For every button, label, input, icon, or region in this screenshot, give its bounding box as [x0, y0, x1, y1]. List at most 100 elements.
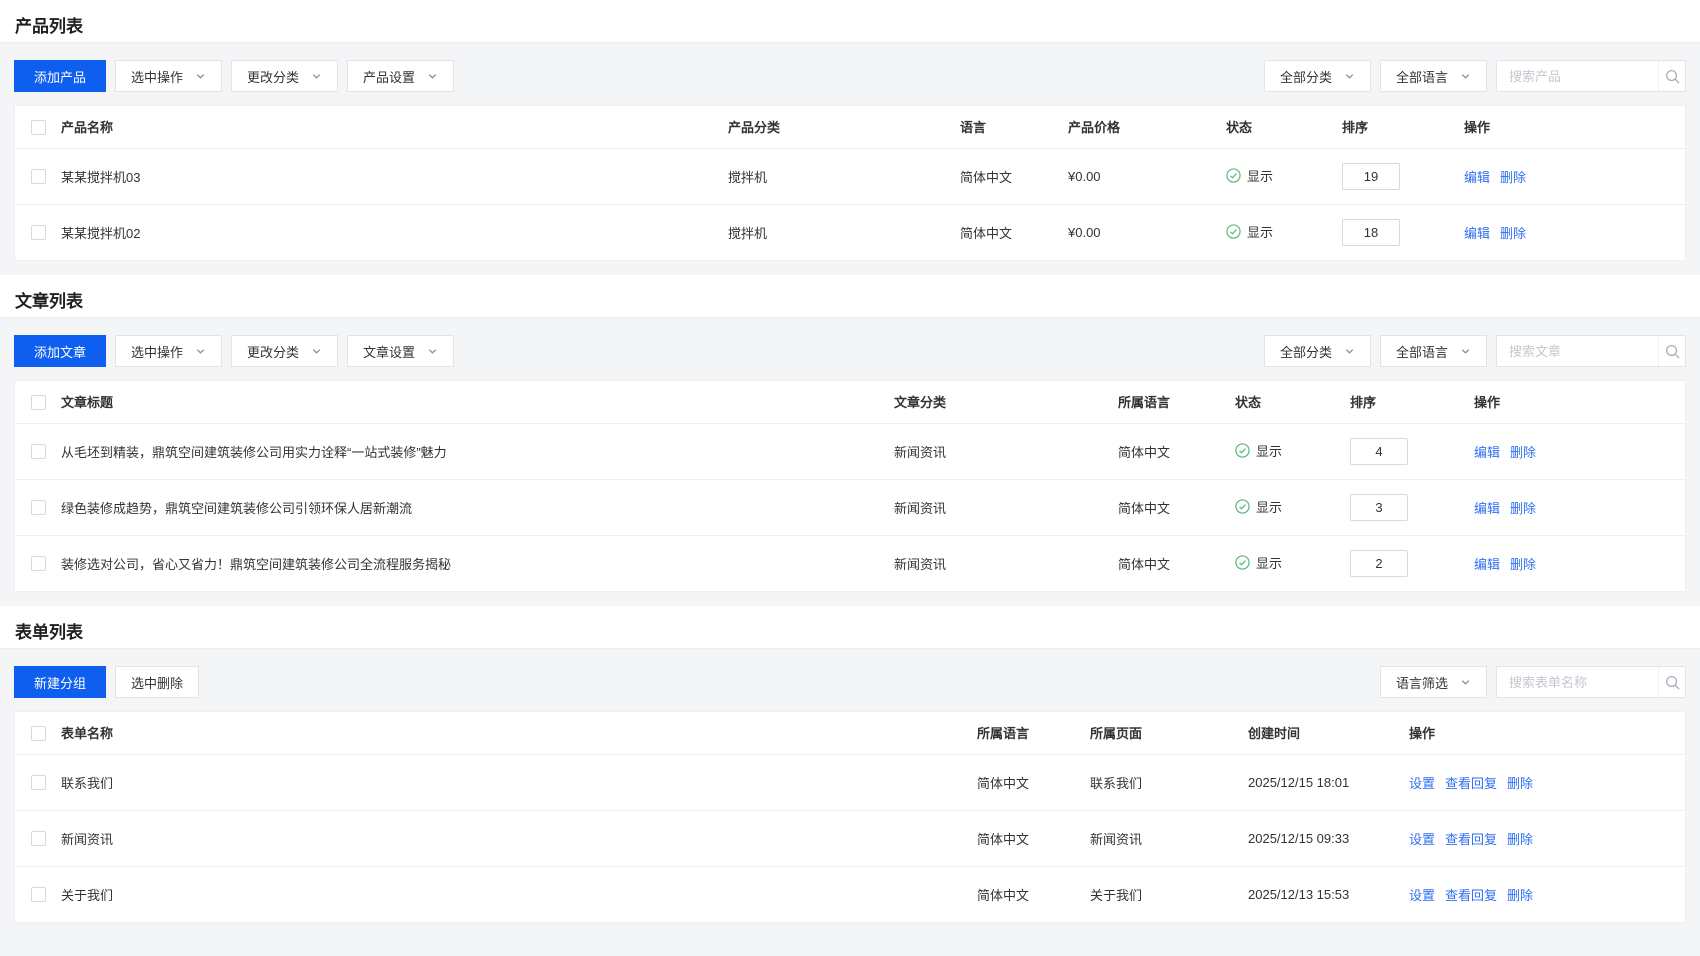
table-row: 联系我们 简体中文 联系我们 2025/12/15 18:01 设置查看回复删除	[15, 754, 1685, 810]
forms-table: 表单名称 所属语言 所属页面 创建时间 操作 联系我们 简体中文 联系我们 20…	[14, 711, 1686, 923]
edit-link[interactable]: 编辑	[1474, 557, 1500, 572]
select-all-checkbox[interactable]	[31, 395, 46, 410]
change-category-dropdown[interactable]: 更改分类	[231, 60, 338, 92]
form-page: 新闻资讯	[1080, 810, 1238, 866]
article-title: 装修选对公司，省心又省力！鼎筑空间建筑装修公司全流程服务揭秘	[59, 535, 884, 591]
sort-input[interactable]	[1342, 219, 1400, 246]
sort-input[interactable]	[1342, 163, 1400, 190]
row-checkbox[interactable]	[31, 500, 46, 515]
circle-check-icon	[1226, 168, 1241, 183]
product-category: 搅拌机	[718, 204, 950, 260]
form-name: 关于我们	[59, 866, 967, 922]
language-filter-dropdown[interactable]: 语言筛选	[1380, 666, 1487, 698]
chevron-down-icon	[311, 346, 322, 357]
view-replies-link[interactable]: 查看回复	[1445, 832, 1497, 847]
form-created-time: 2025/12/13 15:53	[1238, 866, 1399, 922]
form-language: 简体中文	[967, 754, 1080, 810]
product-settings-dropdown[interactable]: 产品设置	[347, 60, 454, 92]
row-checkbox[interactable]	[31, 225, 46, 240]
new-group-button[interactable]: 新建分组	[14, 666, 106, 698]
edit-link[interactable]: 编辑	[1474, 445, 1500, 460]
delete-link[interactable]: 删除	[1510, 501, 1536, 516]
delete-link[interactable]: 删除	[1500, 226, 1526, 241]
language-filter-dropdown[interactable]: 全部语言	[1380, 335, 1487, 367]
sort-input[interactable]	[1350, 438, 1408, 465]
view-replies-link[interactable]: 查看回复	[1445, 888, 1497, 903]
chevron-down-icon	[1344, 346, 1355, 357]
add-product-button[interactable]: 添加产品	[14, 60, 106, 92]
form-search-box	[1496, 666, 1686, 698]
delete-link[interactable]: 删除	[1510, 445, 1536, 460]
product-search-input[interactable]	[1497, 61, 1658, 91]
settings-link[interactable]: 设置	[1409, 776, 1435, 791]
chevron-down-icon	[1460, 71, 1471, 82]
row-checkbox[interactable]	[31, 887, 46, 902]
articles-table: 文章标题 文章分类 所属语言 状态 排序 操作 从毛坯到精装，鼎筑空间建筑装修公…	[14, 380, 1686, 592]
category-filter-dropdown[interactable]: 全部分类	[1264, 60, 1371, 92]
chevron-down-icon	[311, 71, 322, 82]
change-category-dropdown[interactable]: 更改分类	[231, 335, 338, 367]
article-language: 简体中文	[1108, 479, 1225, 535]
article-category: 新闻资讯	[884, 423, 1108, 479]
edit-link[interactable]: 编辑	[1464, 226, 1490, 241]
dropdown-label: 全部语言	[1396, 342, 1448, 361]
view-replies-link[interactable]: 查看回复	[1445, 776, 1497, 791]
articles-title-bar: 文章列表	[0, 275, 1700, 318]
forms-page-title: 表单列表	[15, 618, 1685, 643]
row-checkbox[interactable]	[31, 444, 46, 459]
circle-check-icon	[1235, 499, 1250, 514]
column-header: 状态	[1225, 381, 1340, 423]
column-header: 文章标题	[59, 381, 884, 423]
form-page: 关于我们	[1080, 866, 1238, 922]
column-header: 表单名称	[59, 712, 967, 754]
selected-actions-dropdown[interactable]: 选中操作	[115, 60, 222, 92]
delete-link[interactable]: 删除	[1510, 557, 1536, 572]
product-language: 简体中文	[950, 204, 1058, 260]
chevron-down-icon	[195, 346, 206, 357]
dropdown-label: 全部分类	[1280, 67, 1332, 86]
row-checkbox[interactable]	[31, 169, 46, 184]
status-badge: 显示	[1235, 441, 1282, 460]
row-checkbox[interactable]	[31, 831, 46, 846]
delete-link[interactable]: 删除	[1500, 170, 1526, 185]
products-page-title: 产品列表	[15, 12, 1685, 37]
row-checkbox[interactable]	[31, 556, 46, 571]
search-icon[interactable]	[1658, 336, 1685, 366]
circle-check-icon	[1226, 224, 1241, 239]
form-search-input[interactable]	[1497, 667, 1658, 697]
column-header: 所属语言	[1108, 381, 1225, 423]
search-icon[interactable]	[1658, 667, 1685, 697]
section-forms: 表单列表 新建分组 选中删除 语言筛选 表单名称 所属语言	[0, 606, 1700, 923]
table-row: 绿色装修成趋势，鼎筑空间建筑装修公司引领环保人居新潮流 新闻资讯 简体中文 显示…	[15, 479, 1685, 535]
delete-link[interactable]: 删除	[1507, 776, 1533, 791]
settings-link[interactable]: 设置	[1409, 832, 1435, 847]
articles-toolbar-left: 添加文章 选中操作 更改分类 文章设置	[14, 335, 454, 367]
articles-toolbar: 添加文章 选中操作 更改分类 文章设置 全部分类 全部语言	[0, 318, 1700, 380]
article-search-input[interactable]	[1497, 336, 1658, 366]
select-all-checkbox[interactable]	[31, 120, 46, 135]
sort-input[interactable]	[1350, 550, 1408, 577]
edit-link[interactable]: 编辑	[1474, 501, 1500, 516]
language-filter-dropdown[interactable]: 全部语言	[1380, 60, 1487, 92]
article-settings-dropdown[interactable]: 文章设置	[347, 335, 454, 367]
search-icon[interactable]	[1658, 61, 1685, 91]
edit-link[interactable]: 编辑	[1464, 170, 1490, 185]
delete-link[interactable]: 删除	[1507, 888, 1533, 903]
column-header: 文章分类	[884, 381, 1108, 423]
select-all-checkbox[interactable]	[31, 726, 46, 741]
status-badge: 显示	[1235, 553, 1282, 572]
products-title-bar: 产品列表	[0, 0, 1700, 43]
product-language: 简体中文	[950, 148, 1058, 204]
product-search-box	[1496, 60, 1686, 92]
settings-link[interactable]: 设置	[1409, 888, 1435, 903]
category-filter-dropdown[interactable]: 全部分类	[1264, 335, 1371, 367]
add-article-button[interactable]: 添加文章	[14, 335, 106, 367]
article-language: 简体中文	[1108, 423, 1225, 479]
delete-link[interactable]: 删除	[1507, 832, 1533, 847]
sort-input[interactable]	[1350, 494, 1408, 521]
article-title: 从毛坯到精装，鼎筑空间建筑装修公司用实力诠释“一站式装修”魅力	[59, 423, 884, 479]
delete-selected-button[interactable]: 选中删除	[115, 666, 199, 698]
selected-actions-dropdown[interactable]: 选中操作	[115, 335, 222, 367]
chevron-down-icon	[427, 346, 438, 357]
row-checkbox[interactable]	[31, 775, 46, 790]
